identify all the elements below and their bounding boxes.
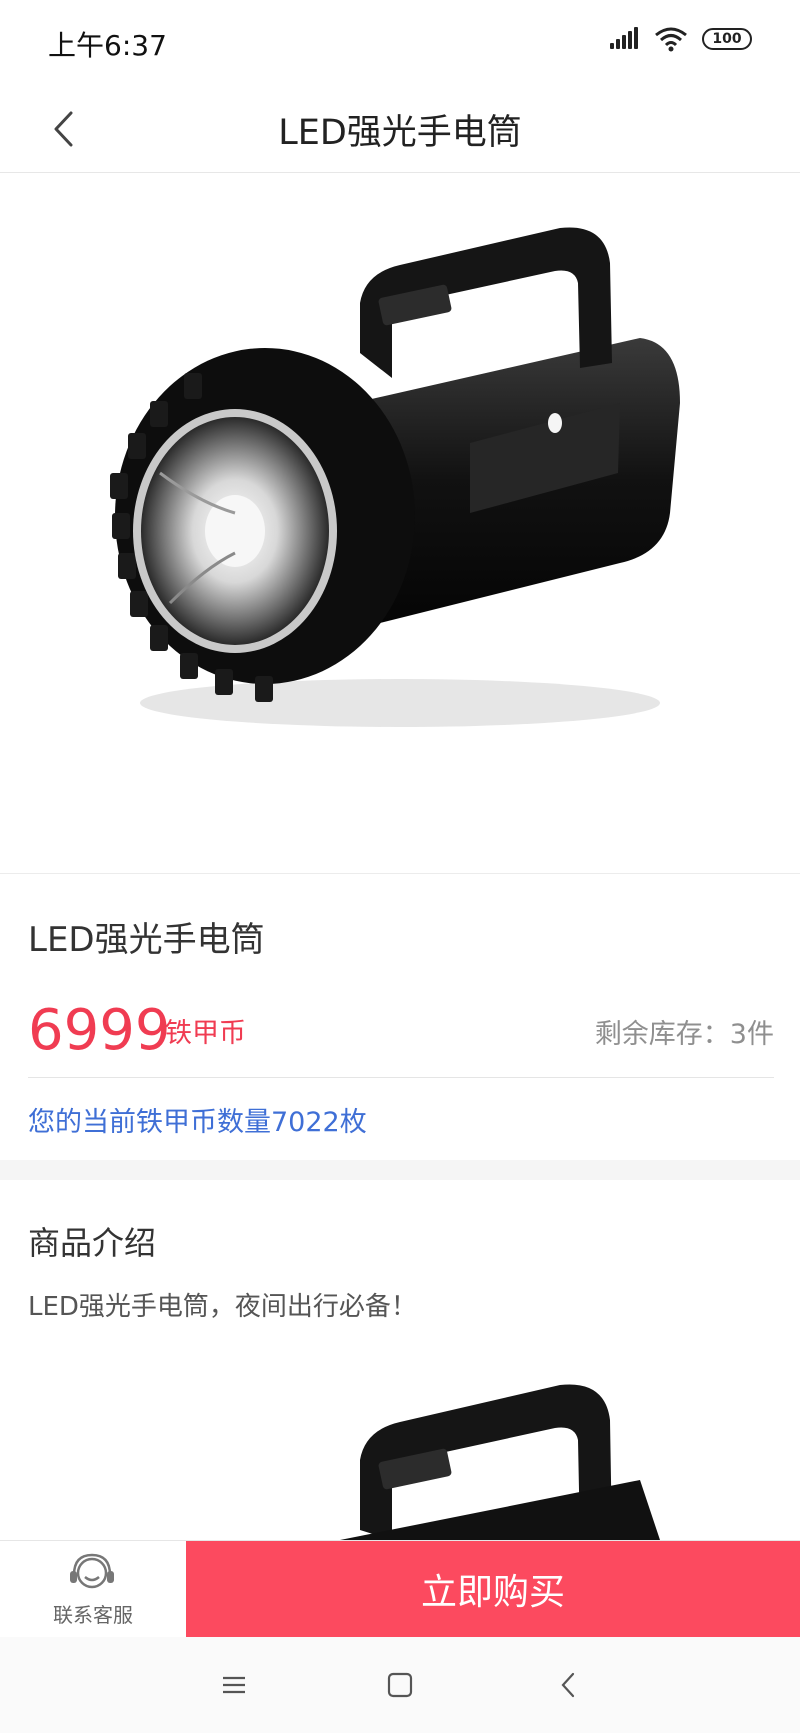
product-image bbox=[0, 173, 800, 873]
product-name: LED强光手电筒 bbox=[28, 920, 265, 960]
status-time: 上午6:37 bbox=[48, 29, 167, 62]
buy-now-button[interactable]: 立即购买 bbox=[186, 1541, 800, 1637]
back-nav-icon bbox=[561, 1672, 575, 1698]
contact-service-button[interactable]: 联系客服 bbox=[0, 1541, 186, 1637]
status-bar: 上午6:37 100 bbox=[0, 0, 800, 86]
price-row: 6999 铁甲币 剩余库存：3件 bbox=[28, 996, 774, 1066]
headset-icon bbox=[70, 1553, 114, 1589]
wifi-icon bbox=[655, 27, 687, 52]
price-value: 6999 bbox=[28, 998, 171, 1063]
signal-icon bbox=[610, 27, 640, 51]
page-title: LED强光手电筒 bbox=[278, 113, 522, 153]
price-unit: 铁甲币 bbox=[165, 1018, 246, 1049]
menu-button[interactable] bbox=[216, 1667, 252, 1703]
coin-balance-text: 您的当前铁甲币数量7022枚 bbox=[28, 1107, 367, 1138]
menu-icon bbox=[223, 1676, 245, 1694]
battery-icon: 100 bbox=[702, 28, 752, 50]
bottom-action-bar: 联系客服 立即购买 bbox=[0, 1540, 800, 1637]
system-navigation-bar bbox=[0, 1637, 800, 1733]
intro-title: 商品介绍 bbox=[28, 1224, 157, 1262]
detail-image bbox=[0, 1360, 800, 1540]
info-divider bbox=[28, 1077, 774, 1078]
home-button[interactable] bbox=[382, 1667, 418, 1703]
section-gap bbox=[0, 1160, 800, 1180]
system-back-button[interactable] bbox=[550, 1667, 586, 1703]
stock-text: 剩余库存：3件 bbox=[594, 1019, 774, 1050]
status-icons: 100 bbox=[610, 26, 752, 52]
image-divider bbox=[0, 873, 800, 874]
nav-bar: LED强光手电筒 bbox=[0, 86, 800, 173]
home-icon bbox=[387, 1672, 413, 1698]
contact-service-label: 联系客服 bbox=[53, 1603, 133, 1627]
intro-text: LED强光手电筒，夜间出行必备！ bbox=[28, 1292, 417, 1322]
